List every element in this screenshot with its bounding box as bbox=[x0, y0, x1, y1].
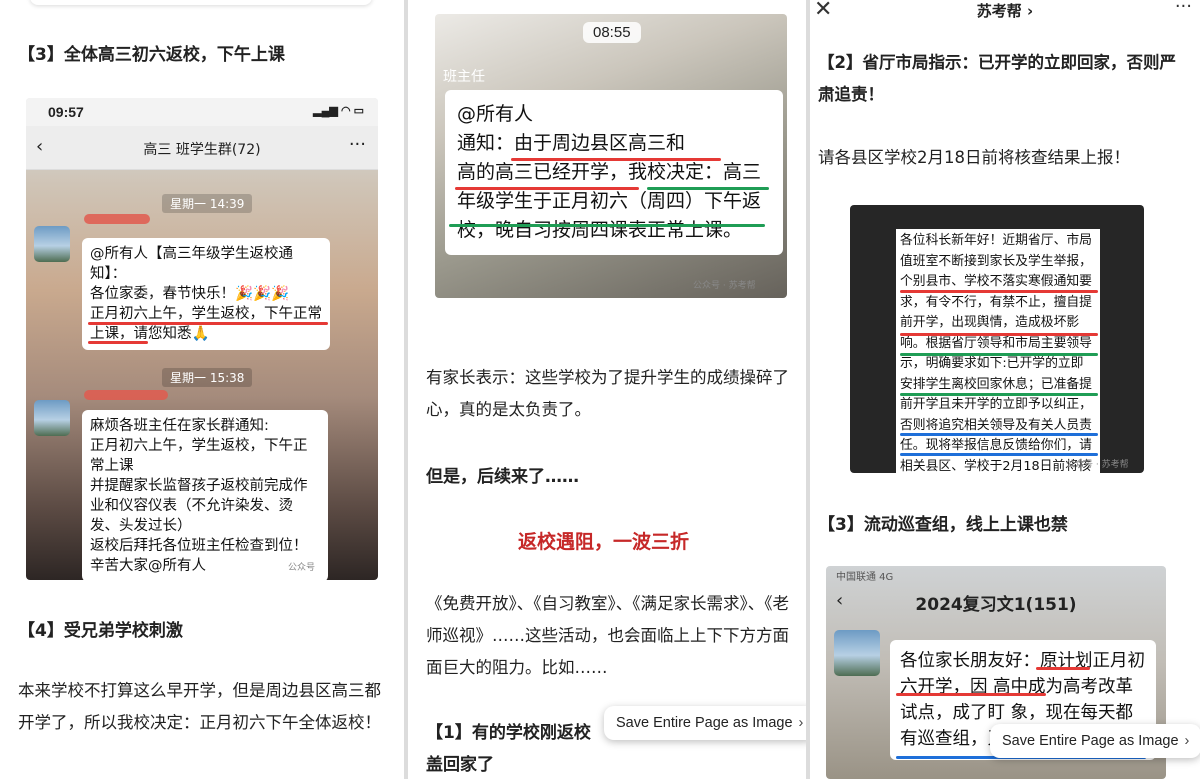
section-heading-4: 【4】受兄弟学校刺激 bbox=[18, 621, 183, 641]
article-column-left: 【3】全体高三初六返校，下午上课 09:57 ▂▄▆ ◠ ▭ ‹ 高三 班学生群… bbox=[0, 0, 404, 779]
body-paragraph-3: 《免费开放》、《自习教室》、《满足家长需求》、《老师巡视》……这些活动，也会面临… bbox=[426, 594, 789, 677]
chat-header: ‹ 高三 班学生群(72) ··· bbox=[26, 126, 378, 170]
blue-underline bbox=[900, 433, 1098, 436]
redaction-mark bbox=[84, 390, 168, 400]
red-underline bbox=[1036, 667, 1090, 670]
article-column-right: ✕ 苏考帮 › ··· 【2】省厅市局指示：已开学的立即回家，否则严肃追责！ 请… bbox=[810, 0, 1200, 779]
section-heading-3: 【3】全体高三初六返校，下午上课 bbox=[18, 45, 285, 65]
more-icon: ··· bbox=[348, 134, 366, 155]
chat-header: ‹ 2024复习文1(151) bbox=[826, 580, 1166, 624]
account-title[interactable]: 苏考帮 › bbox=[810, 0, 1200, 21]
blue-underline bbox=[900, 453, 1098, 456]
avatar bbox=[34, 400, 70, 436]
body-paragraph: 请各县区学校2月18日前将核查结果上报！ bbox=[818, 148, 1130, 167]
section-heading-3: 【3】流动巡查组，线上上课也禁 bbox=[818, 515, 1068, 535]
save-page-label: Save Entire Page as Image bbox=[1002, 733, 1179, 749]
red-underline bbox=[896, 693, 1046, 696]
signal-icon: ▂▄▆ ◠ ▭ bbox=[313, 105, 364, 117]
section-heading-1: 【1】有的学校刚返校 bbox=[426, 723, 591, 743]
redaction-mark bbox=[84, 214, 150, 224]
chat-screenshot-2: 08:55 班主任 @所有人 通知：由于周边县区高三和 高的高三已经开学，我校决… bbox=[435, 14, 787, 298]
section-heading-2: 【2】省厅市局指示：已开学的立即回家，否则严肃追责！ bbox=[818, 53, 1176, 104]
timestamp-1: 星期一 14:39 bbox=[162, 194, 253, 213]
body-paragraph-1: 有家长表示：这些学校为了提升学生的成绩操碎了心，真的是太负责了。 bbox=[426, 368, 789, 419]
red-underline bbox=[900, 290, 1098, 293]
article-column-middle: 08:55 班主任 @所有人 通知：由于周边县区高三和 高的高三已经开学，我校决… bbox=[408, 0, 806, 779]
red-underline bbox=[900, 333, 1098, 336]
status-time: 08:55 bbox=[583, 22, 641, 43]
message-bubble-1: @所有人【高三年级学生返校通知】： 各位家委，春节快乐！🎉🎉🎉 正月初六上午，学… bbox=[82, 238, 330, 350]
group-title: 高三 班学生群(72) bbox=[143, 142, 261, 158]
red-underline bbox=[511, 158, 721, 161]
chat-screenshot-1: 09:57 ▂▄▆ ◠ ▭ ‹ 高三 班学生群(72) ··· 星期一 14:3… bbox=[26, 98, 378, 580]
save-page-label: Save Entire Page as Image bbox=[616, 715, 793, 731]
avatar bbox=[34, 226, 70, 262]
green-underline bbox=[900, 393, 1098, 396]
body-paragraph-2: 但是，后续来了…… bbox=[426, 467, 579, 487]
red-underline bbox=[455, 187, 639, 190]
timestamp-2: 星期一 15:38 bbox=[162, 368, 253, 387]
top-nav: ✕ 苏考帮 › ··· bbox=[810, 0, 1200, 22]
section-title: 返校遇阻，一波三折 bbox=[518, 531, 690, 553]
avatar bbox=[834, 630, 880, 676]
green-underline bbox=[449, 224, 765, 227]
status-bar: 09:57 ▂▄▆ ◠ ▭ bbox=[26, 98, 378, 126]
group-title: 2024复习文1(151) bbox=[915, 595, 1077, 615]
previous-card-edge bbox=[30, 0, 372, 5]
save-page-button[interactable]: Save Entire Page as Image › bbox=[604, 706, 806, 740]
green-underline bbox=[647, 187, 769, 190]
red-underline bbox=[88, 322, 328, 325]
notice-bubble: @所有人 通知：由于周边县区高三和 高的高三已经开学，我校决定：高三年级学生于正… bbox=[445, 90, 783, 255]
save-page-button[interactable]: Save Entire Page as Image › bbox=[990, 724, 1200, 758]
green-underline bbox=[900, 353, 1098, 356]
body-paragraph: 本来学校不打算这么早开学，但是周边县区高三都开学了，所以我校决定：正月初六下午全… bbox=[18, 681, 381, 732]
more-icon[interactable]: ··· bbox=[1175, 0, 1192, 17]
chevron-right-icon: › bbox=[1184, 733, 1190, 749]
document-text: 各位科长新年好！近期省厅、市局值班室不断接到家长及学生举报，个别县市、学校不落实… bbox=[896, 229, 1100, 473]
sender-label: 班主任 bbox=[443, 69, 485, 85]
watermark: 公众号 · 苏考帮 bbox=[1066, 460, 1129, 470]
chevron-right-icon: › bbox=[798, 715, 804, 731]
status-time: 09:57 bbox=[48, 104, 84, 120]
watermark: 公众号 · 苏考帮 bbox=[693, 281, 756, 291]
watermark: 公众号 bbox=[288, 563, 316, 573]
message-bubble-2: 麻烦各班主任在家长群通知: 正月初六上午，学生返校，下午正常上课 并提醒家长监督… bbox=[82, 410, 328, 580]
section-heading-1-cont: 盖回家了 bbox=[426, 755, 494, 775]
document-screenshot: 各位科长新年好！近期省厅、市局值班室不断接到家长及学生举报，个别县市、学校不落实… bbox=[850, 205, 1144, 473]
red-underline bbox=[88, 341, 148, 344]
